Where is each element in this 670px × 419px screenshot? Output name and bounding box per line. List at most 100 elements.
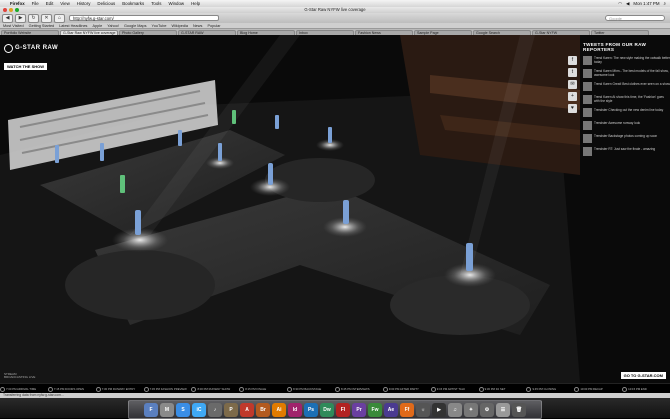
menubar-clock[interactable]: Mon 1:47 PM [633,1,659,6]
dock-app-icon[interactable]: Id [288,402,302,417]
menu-tools[interactable]: Tools [151,1,161,6]
clock-icon [143,386,149,392]
dock-app-icon[interactable]: Br [256,402,270,417]
tweet-text: Trend Karen At show this time, the 'Fash… [594,95,664,103]
dock-app-icon[interactable]: P [224,402,238,417]
bookmark-item[interactable]: YouTube [152,24,167,28]
twitter-share-icon[interactable]: t [568,68,577,77]
tweet-item[interactable]: Trend Karen Mhm...The best models of the… [583,69,670,78]
brand-logo[interactable]: G-STAR RAW [4,43,58,53]
watch-the-show-button[interactable]: WATCH THE SHOW [4,63,48,70]
dock-app-icon[interactable]: S [176,402,190,417]
volume-icon[interactable]: ◀ [626,1,629,7]
bookmark-item[interactable]: Yahoo! [107,24,119,28]
schedule-label: 7:45 PM FASHION PREVIEW [149,387,187,391]
schedule-item[interactable]: 9:45 PM CLOSING [526,386,574,392]
dock-app-icon[interactable]: ♫ [448,402,462,417]
schedule-item[interactable]: 9:30 PM DJ SET [478,386,527,392]
menu-history[interactable]: History [77,1,91,6]
dock-app-icon[interactable]: A [240,402,254,417]
tweet-item[interactable]: Trend Karen Great! Best clothes ever see… [583,82,670,91]
favorite-share-icon[interactable]: ♥ [568,104,577,113]
tweet-item[interactable]: Trend Karen At show this time, the 'Fash… [583,95,670,104]
tweet-item[interactable]: Trendster Checking out the new denim lin… [583,108,670,117]
tweet-item[interactable]: Trendster Awesome runway look [583,121,670,130]
zoom-window-icon[interactable] [15,8,19,12]
schedule-item[interactable]: 7:15 PM DOORS OPEN [47,386,96,392]
home-button[interactable]: ⌂ [54,13,65,23]
runway-video-stage[interactable]: G-STAR RAW WATCH THE SHOW f t ✉ + ♥ TWEE… [0,35,670,383]
tweet-item[interactable]: Trendster RT: Just saw the finale - amaz… [583,147,670,156]
menu-file[interactable]: File [32,1,39,6]
schedule-item[interactable]: 7:45 PM FASHION PREVIEW [143,386,192,392]
dock-app-icon[interactable]: ♪ [208,402,222,417]
schedule-item[interactable]: 8:00 PM RUNWAY SHOW [191,386,239,392]
bookmark-item[interactable]: Wikipedia [171,24,187,28]
menu-bookmarks[interactable]: Bookmarks [122,1,144,6]
schedule-item[interactable]: 7:30 PM RUNWAY ENTRY [95,386,144,392]
search-input[interactable]: Google [605,15,665,21]
spotlight-icon[interactable]: ⌕ [664,1,666,6]
schedule-item[interactable]: 7:00 PM ARRIVAL TIME [0,386,48,392]
dock-app-icon[interactable]: 🗑 [512,402,526,417]
bookmark-item[interactable]: Apple [92,24,102,28]
bookmark-item[interactable]: Google Maps [124,24,147,28]
dock-app-icon[interactable]: Dw [320,402,334,417]
schedule-label: 9:30 PM DJ SET [484,387,506,391]
tweet-item[interactable]: Trendster Backstage photos coming up soo… [583,134,670,143]
dock-app-icon[interactable]: ⚙ [480,402,494,417]
clock-icon [191,386,197,392]
share-icons: f t ✉ + ♥ [568,56,577,113]
dock-app-icon[interactable]: ▶ [432,402,446,417]
schedule-item[interactable]: 10:00 PM RECAP [574,386,622,392]
dock-app-icon[interactable]: ✦ [464,402,478,417]
dock-app-icon[interactable]: Pr [352,402,366,417]
schedule-item[interactable]: 8:15 PM FINALE [239,386,287,392]
add-share-icon[interactable]: + [568,92,577,101]
menu-edit[interactable]: Edit [46,1,54,6]
dock-app-icon[interactable]: ☼ [416,402,430,417]
url-field[interactable]: http://nyfw.g-star.com/ [69,15,219,21]
dock-app-icon[interactable]: F [144,402,158,417]
go-to-gstar-button[interactable]: GO TO G-STAR.COM [620,372,666,379]
bookmark-item[interactable]: Most Visited [3,24,24,28]
tweet-item[interactable]: Trend Karen: The new style making the ca… [583,56,670,65]
tweet-text: Trendster Backstage photos coming up soo… [594,134,658,138]
schedule-item[interactable]: 9:00 PM AFTER PARTY [382,386,431,392]
schedule-item[interactable]: 8:45 PM INTERVIEWS [335,386,383,392]
dock-app-icon[interactable]: Ai [272,402,286,417]
facebook-share-icon[interactable]: f [568,56,577,65]
menu-app-name[interactable]: Firefox [10,1,25,6]
email-share-icon[interactable]: ✉ [568,80,577,89]
dock-app-icon[interactable]: Ff [400,402,414,417]
dock-app-icon[interactable]: Fl [336,402,350,417]
schedule-item[interactable]: 8:30 PM BACKSTAGE [287,386,335,392]
dock-app-icon[interactable]: ☰ [496,402,510,417]
minimize-window-icon[interactable] [9,8,13,12]
close-window-icon[interactable] [3,8,7,12]
schedule-label: 9:45 PM CLOSING [532,387,557,391]
bookmark-item[interactable]: Latest Headlines [59,24,87,28]
schedule-item[interactable]: 9:15 PM ARTIST TALK [430,386,479,392]
dock-app-icon[interactable]: Ae [384,402,398,417]
menu-view[interactable]: View [60,1,69,6]
menu-window[interactable]: Window [168,1,184,6]
back-button[interactable]: ◀ [2,13,13,23]
forward-button[interactable]: ▶ [15,13,26,23]
reload-button[interactable]: ↻ [28,13,39,23]
tweet-text: Trend Karen Mhm...The best models of the… [594,69,669,77]
wifi-icon[interactable]: ◠ [618,1,622,7]
schedule-item[interactable]: 10:15 PM END [622,386,670,392]
bookmark-item[interactable]: News [193,24,203,28]
menu-help[interactable]: Help [191,1,200,6]
dock-app-icon[interactable]: Ps [304,402,318,417]
bookmark-item[interactable]: Popular [207,24,220,28]
schedule-label: 9:15 PM ARTIST TALK [436,387,466,391]
dock-app-icon[interactable]: iC [192,402,206,417]
dock-app-icon[interactable]: M [160,402,174,417]
menu-delicious[interactable]: Delicious [97,1,115,6]
stop-button[interactable]: ✕ [41,13,52,23]
tweet-text: Trendster Awesome runway look [594,121,641,125]
dock-app-icon[interactable]: Fw [368,402,382,417]
bookmark-item[interactable]: Getting Started [29,24,55,28]
